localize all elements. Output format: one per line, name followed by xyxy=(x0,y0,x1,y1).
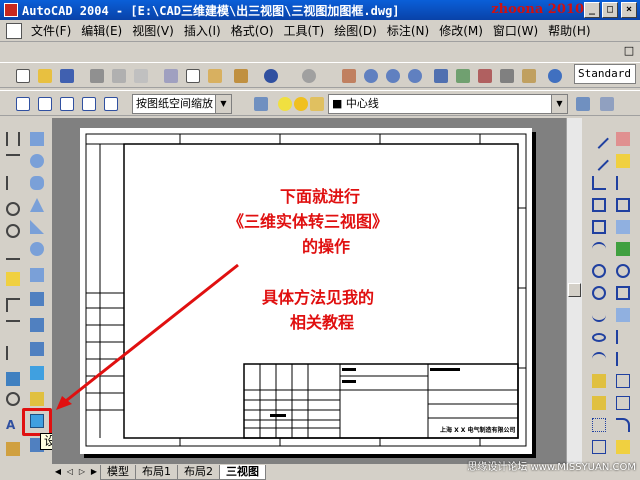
tab-prev-icon[interactable]: ◁ xyxy=(64,465,76,479)
ellipse-button[interactable] xyxy=(590,328,608,346)
arc-button[interactable] xyxy=(590,240,608,258)
rotate-button[interactable] xyxy=(614,262,632,280)
extend-button[interactable] xyxy=(614,350,632,368)
tab-first-icon[interactable]: ◀ xyxy=(52,465,64,479)
copy-object-button[interactable] xyxy=(614,152,632,170)
erase-button[interactable] xyxy=(614,130,632,148)
move-button[interactable] xyxy=(614,240,632,258)
mirror-button[interactable] xyxy=(614,174,632,192)
insert-block-button[interactable] xyxy=(590,372,608,390)
circle-button[interactable] xyxy=(590,262,608,280)
vertical-scrollbar[interactable] xyxy=(566,118,582,464)
tab-three-views[interactable]: 三视图 xyxy=(219,464,266,480)
explode-button[interactable] xyxy=(614,438,632,456)
rectangle-button[interactable] xyxy=(590,218,608,236)
stretch-button[interactable] xyxy=(614,306,632,324)
tab-model[interactable]: 模型 xyxy=(100,464,136,480)
tab-layout2[interactable]: 布局2 xyxy=(177,464,220,480)
fillet-button[interactable] xyxy=(614,416,632,434)
offset-button[interactable] xyxy=(614,196,632,214)
point-button[interactable] xyxy=(590,416,608,434)
line-button[interactable] xyxy=(589,129,609,149)
array-button[interactable] xyxy=(614,218,632,236)
right-toolbars xyxy=(584,118,640,468)
tab-last-icon[interactable]: ▶ xyxy=(88,465,100,479)
scrollbar-thumb[interactable] xyxy=(568,283,581,297)
annotation-arrow xyxy=(56,263,239,410)
tab-next-icon[interactable]: ▷ xyxy=(76,465,88,479)
polygon-button[interactable] xyxy=(590,196,608,214)
site-watermark: 思缘设计论坛 www.MISSYUAN.COM xyxy=(467,462,636,473)
tab-layout1[interactable]: 布局1 xyxy=(135,464,178,480)
trim-button[interactable] xyxy=(614,328,632,346)
polyline-button[interactable] xyxy=(590,174,608,192)
ellipse-arc-button[interactable] xyxy=(590,350,608,368)
revision-cloud-button[interactable] xyxy=(590,284,608,302)
chamfer-button[interactable] xyxy=(614,394,632,412)
hatch-button[interactable] xyxy=(590,438,608,456)
construction-line-button[interactable] xyxy=(589,151,609,171)
make-block-button[interactable] xyxy=(590,394,608,412)
spline-button[interactable] xyxy=(590,306,608,324)
break-button[interactable] xyxy=(614,372,632,390)
scale-button[interactable] xyxy=(614,284,632,302)
